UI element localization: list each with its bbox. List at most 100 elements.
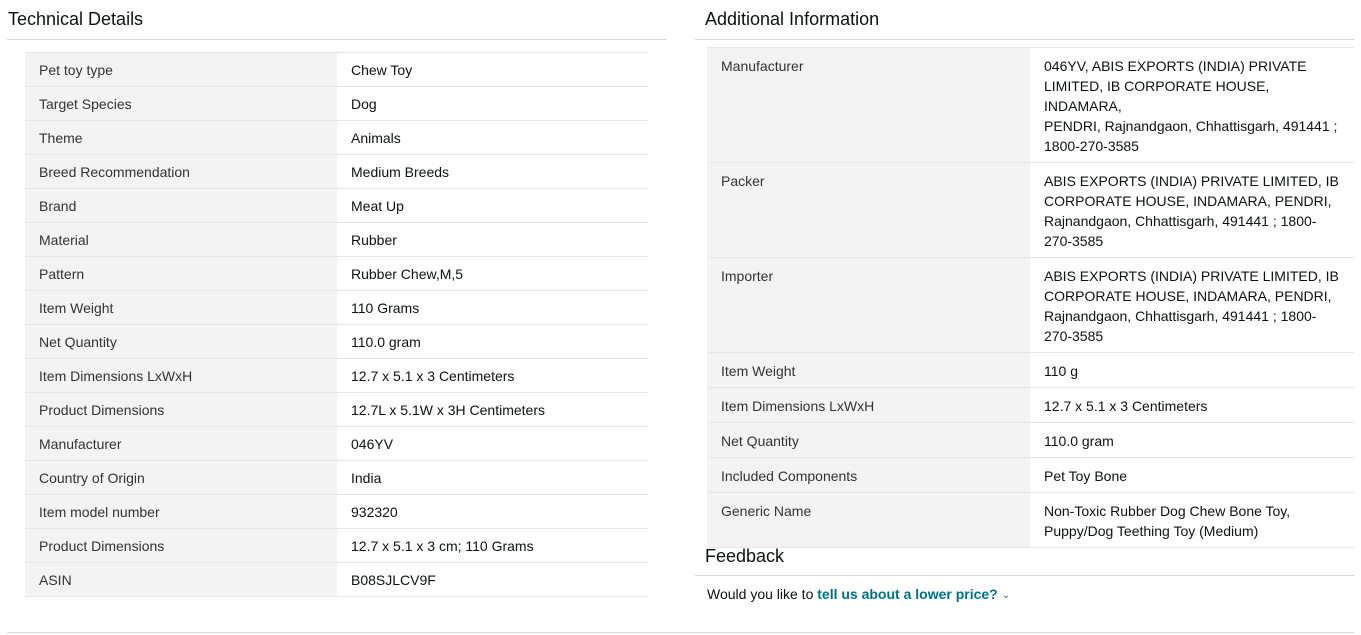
chevron-down-icon[interactable]: ⌄ xyxy=(1002,590,1010,601)
addl-label: Generic Name xyxy=(707,492,1030,548)
addl-label: Included Components xyxy=(707,457,1030,493)
tech-row: Product Dimensions 12.7 x 5.1 x 3 cm; 110… xyxy=(25,528,648,563)
tech-value: 110 Grams xyxy=(337,290,648,325)
tech-row: ASIN B08SJLCV9F xyxy=(25,562,648,597)
addl-label: Packer xyxy=(707,162,1030,258)
tech-row: Country of Origin India xyxy=(25,460,648,495)
tech-label: Item model number xyxy=(25,494,337,529)
tech-row: Product Dimensions 12.7L x 5.1W x 3H Cent… xyxy=(25,392,648,427)
tech-label: Target Species xyxy=(25,86,337,121)
tech-label: Brand xyxy=(25,188,337,223)
tech-row: Manufacturer 046YV xyxy=(25,426,648,461)
addl-row: Item Weight 110 g xyxy=(707,352,1354,388)
tech-value: B08SJLCV9F xyxy=(337,562,648,597)
tech-row: Item model number 932320 xyxy=(25,494,648,529)
tech-value: 932320 xyxy=(337,494,648,529)
tech-value: India xyxy=(337,460,648,495)
value-line: 1800-270-3585 xyxy=(1044,138,1139,154)
tech-value: Meat Up xyxy=(337,188,648,223)
tech-label: Theme xyxy=(25,120,337,155)
tech-value: Rubber xyxy=(337,222,648,257)
tech-value: 12.7 x 5.1 x 3 cm; 110 Grams xyxy=(337,528,648,563)
tech-value: 110.0 gram xyxy=(337,324,648,359)
tech-value: Chew Toy xyxy=(337,52,648,87)
additional-information-title: Additional Information xyxy=(705,9,880,29)
feedback-title: Feedback xyxy=(705,546,785,566)
addl-label: Manufacturer xyxy=(707,47,1030,163)
tech-label: Net Quantity xyxy=(25,324,337,359)
technical-details-table: Pet toy type Chew Toy Target Species Dog The… xyxy=(25,52,648,597)
addl-value: Pet Toy Bone xyxy=(1030,457,1354,493)
value-line: Pet Toy Bone xyxy=(1044,468,1128,484)
value-line: LIMITED, IB CORPORATE HOUSE, INDAMARA, xyxy=(1044,78,1270,114)
technical-details-divider xyxy=(7,39,666,40)
tech-value: Dog xyxy=(337,86,648,121)
addl-value: 110.0 gram xyxy=(1030,422,1354,458)
tech-row: Target Species Dog xyxy=(25,86,648,121)
addl-row: Item Dimensions LxWxH 12.7 x 5.1 x 3 Cent… xyxy=(707,387,1354,423)
tech-label: Item Dimensions LxWxH xyxy=(25,358,337,393)
addl-row: Packer ABIS EXPORTS (INDIA) PRIVATE LIMIT… xyxy=(707,162,1354,258)
addl-row: Manufacturer 046YV, ABIS EXPORTS (INDIA) … xyxy=(707,47,1354,163)
value-line: ABIS EXPORTS (INDIA) PRIVATE LIMITED, IB xyxy=(1044,268,1339,284)
tech-row: Pattern Rubber Chew,M,5 xyxy=(25,256,648,291)
tech-label: Country of Origin xyxy=(25,460,337,495)
value-line: ABIS EXPORTS (INDIA) PRIVATE LIMITED, IB xyxy=(1044,173,1339,189)
technical-details-title: Technical Details xyxy=(8,9,144,29)
tech-value: 12.7 x 5.1 x 3 Centimeters xyxy=(337,358,648,393)
tech-label: Item Weight xyxy=(25,290,337,325)
addl-label: Net Quantity xyxy=(707,422,1030,458)
tech-row: Material Rubber xyxy=(25,222,648,257)
value-line: CORPORATE HOUSE, INDAMARA, PENDRI, xyxy=(1044,193,1332,209)
tech-label: Pattern xyxy=(25,256,337,291)
tech-row: Brand Meat Up xyxy=(25,188,648,223)
page-bottom-divider xyxy=(7,632,1354,633)
tech-value: 046YV xyxy=(337,426,648,461)
value-line: Non-Toxic Rubber Dog Chew Bone Toy, xyxy=(1044,503,1291,519)
value-line: 12.7 x 5.1 x 3 Centimeters xyxy=(1044,398,1208,414)
tech-label: ASIN xyxy=(25,562,337,597)
value-line: Rajnandgaon, Chhattisgarh, 491441 ; 1800… xyxy=(1044,308,1317,324)
value-line: PENDRI, Rajnandgaon, Chhattisgarh, 49144… xyxy=(1044,118,1338,134)
addl-value: ABIS EXPORTS (INDIA) PRIVATE LIMITED, IB… xyxy=(1030,257,1354,353)
addl-label: Importer xyxy=(707,257,1030,353)
tech-label: Breed Recommendation xyxy=(25,154,337,189)
addl-row: Importer ABIS EXPORTS (INDIA) PRIVATE LIM… xyxy=(707,257,1354,353)
feedback-prompt-text: Would you like to xyxy=(707,586,818,602)
addl-row: Generic Name Non-Toxic Rubber Dog Chew Bo… xyxy=(707,492,1354,548)
addl-label: Item Weight xyxy=(707,352,1030,388)
value-line: 046YV, ABIS EXPORTS (INDIA) PRIVATE xyxy=(1044,58,1307,74)
value-line: Puppy/Dog Teething Toy (Medium) xyxy=(1044,523,1259,539)
additional-information-table: Manufacturer 046YV, ABIS EXPORTS (INDIA) … xyxy=(707,47,1354,548)
value-line: 110.0 gram xyxy=(1044,433,1114,449)
addl-value: 110 g xyxy=(1030,352,1354,388)
value-line: Rajnandgaon, Chhattisgarh, 491441 ; 1800… xyxy=(1044,213,1317,229)
feedback-divider xyxy=(695,575,1354,576)
addl-label: Item Dimensions LxWxH xyxy=(707,387,1030,423)
tech-label: Product Dimensions xyxy=(25,392,337,427)
tech-label: Material xyxy=(25,222,337,257)
value-line: 270-3585 xyxy=(1044,328,1104,344)
tech-value: Medium Breeds xyxy=(337,154,648,189)
tech-label: Pet toy type xyxy=(25,52,337,87)
addl-value: Non-Toxic Rubber Dog Chew Bone Toy, Puppy… xyxy=(1030,492,1354,548)
value-line: 110 g xyxy=(1044,363,1078,379)
tech-value: Animals xyxy=(337,120,648,155)
addl-row: Included Components Pet Toy Bone xyxy=(707,457,1354,493)
tech-row: Breed Recommendation Medium Breeds xyxy=(25,154,648,189)
addl-value: 046YV, ABIS EXPORTS (INDIA) PRIVATE LIMIT… xyxy=(1030,47,1354,163)
addl-value: 12.7 x 5.1 x 3 Centimeters xyxy=(1030,387,1354,423)
tech-label: Product Dimensions xyxy=(25,528,337,563)
tech-value: Rubber Chew,M,5 xyxy=(337,256,648,291)
tech-row: Item Weight 110 Grams xyxy=(25,290,648,325)
value-line: 270-3585 xyxy=(1044,233,1104,249)
addl-row: Net Quantity 110.0 gram xyxy=(707,422,1354,458)
lower-price-link[interactable]: tell us about a lower price? xyxy=(817,586,997,602)
tech-row: Item Dimensions LxWxH 12.7 x 5.1 x 3 Cent… xyxy=(25,358,648,393)
feedback-prompt: Would you like to tell us about a lower … xyxy=(707,586,1010,602)
tech-row: Pet toy type Chew Toy xyxy=(25,52,648,87)
tech-label: Manufacturer xyxy=(25,426,337,461)
tech-row: Theme Animals xyxy=(25,120,648,155)
additional-information-divider xyxy=(695,39,1354,40)
tech-value: 12.7L x 5.1W x 3H Centimeters xyxy=(337,392,648,427)
